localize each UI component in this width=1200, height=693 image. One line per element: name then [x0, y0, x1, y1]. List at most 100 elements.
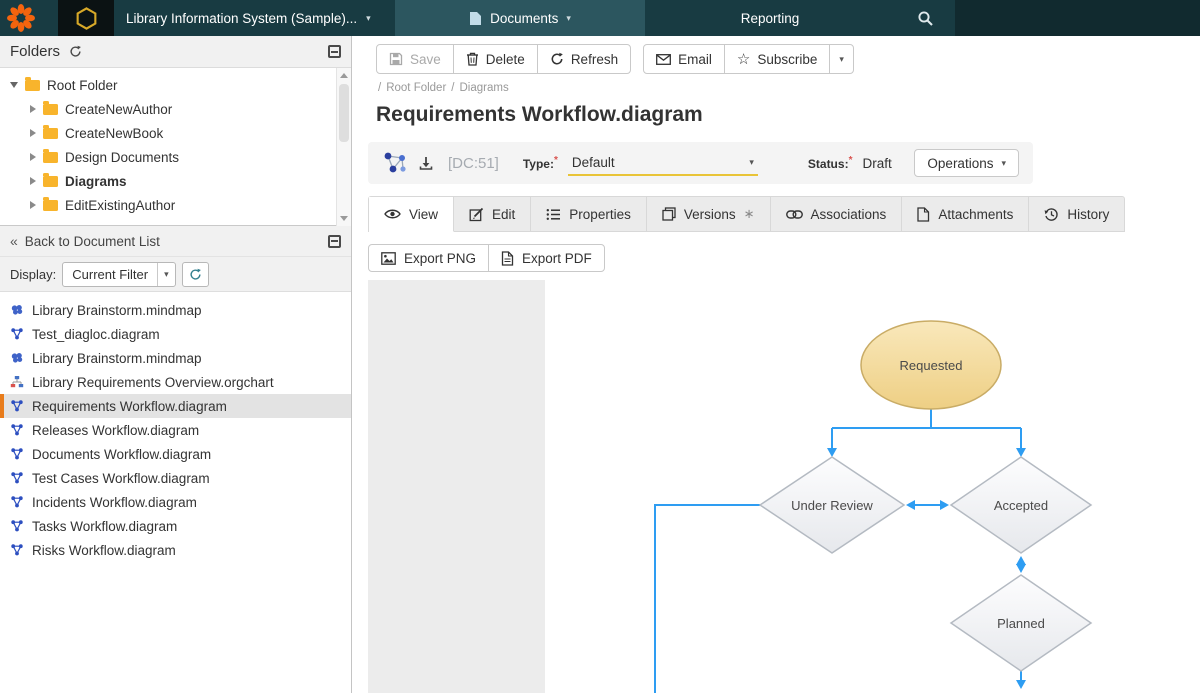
document-list-item[interactable]: Test Cases Workflow.diagram — [0, 466, 351, 490]
tree-item-label: Design Documents — [65, 150, 179, 165]
tree-scrollbar[interactable] — [336, 68, 351, 226]
collapse-folders-button[interactable] — [328, 45, 341, 58]
diagram-canvas[interactable]: Requested Under Review Accepted Planned — [545, 280, 1200, 693]
type-label: Type:* — [523, 155, 558, 171]
tab-label: Properties — [569, 207, 631, 222]
caret-down-icon: ▾ — [566, 13, 571, 24]
back-to-document-list[interactable]: « Back to Document List — [0, 226, 351, 257]
delete-button[interactable]: Delete — [453, 44, 538, 74]
layers-icon — [662, 207, 676, 221]
caret-down-icon: ▾ — [157, 263, 175, 286]
tab-view[interactable]: View — [369, 197, 454, 232]
operations-dropdown-button[interactable]: Operations ▾ — [914, 149, 1019, 177]
refresh-icon — [550, 52, 564, 66]
folder-tree: Root Folder CreateNewAuthor CreateNewBoo… — [0, 68, 351, 226]
image-icon — [381, 252, 396, 265]
breadcrumb-root-folder[interactable]: Root Folder — [386, 82, 446, 94]
nav-tab-documents[interactable]: Documents ▾ — [395, 0, 645, 36]
document-list-item[interactable]: Risks Workflow.diagram — [0, 538, 351, 562]
collapse-list-button[interactable] — [328, 235, 341, 248]
collapsed-caret-icon[interactable] — [30, 129, 36, 137]
folder-icon — [43, 128, 58, 139]
scrollbar-thumb[interactable] — [339, 84, 349, 142]
collapsed-caret-icon[interactable] — [30, 177, 36, 185]
filter-dropdown[interactable]: Current Filter ▾ — [62, 262, 175, 287]
document-list-item[interactable]: Test_diagloc.diagram — [0, 322, 351, 346]
export-pdf-button[interactable]: Export PDF — [488, 244, 605, 272]
collapsed-caret-icon[interactable] — [30, 153, 36, 161]
expanded-caret-icon[interactable] — [10, 82, 18, 88]
edit-icon — [469, 207, 484, 222]
tree-item-root-folder[interactable]: Root Folder — [0, 73, 351, 97]
diagram-icon — [10, 399, 24, 413]
toolbar-group-secondary: Email ☆ Subscribe ▾ — [643, 44, 854, 74]
document-info-bar: [DC:51] Type:* Default ▾ Status:* Draft … — [368, 142, 1033, 184]
tab-history[interactable]: History — [1029, 197, 1124, 232]
save-button[interactable]: Save — [376, 44, 454, 74]
refresh-filter-button[interactable] — [182, 262, 209, 287]
tree-item-diagrams[interactable]: Diagrams — [0, 169, 351, 193]
tree-item-createnewauthor[interactable]: CreateNewAuthor — [0, 97, 351, 121]
star-icon: ☆ — [737, 52, 750, 67]
required-marker: * — [554, 155, 558, 166]
double-chevron-left-icon: « — [10, 233, 18, 249]
document-name: Documents Workflow.diagram — [32, 447, 211, 462]
document-name: Incidents Workflow.diagram — [32, 495, 197, 510]
tree-item-design-documents[interactable]: Design Documents — [0, 145, 351, 169]
document-list-item[interactable]: Library Brainstorm.mindmap — [0, 298, 351, 322]
status-label-text: Status: — [808, 157, 849, 171]
collapsed-caret-icon[interactable] — [30, 201, 36, 209]
scroll-up-icon[interactable] — [340, 73, 348, 78]
back-link-label: Back to Document List — [25, 234, 160, 249]
tab-edit[interactable]: Edit — [454, 197, 531, 232]
shape-palette-panel[interactable] — [368, 280, 545, 693]
email-button[interactable]: Email — [643, 44, 725, 74]
subscribe-button[interactable]: ☆ Subscribe — [724, 44, 831, 74]
folder-icon — [25, 80, 40, 91]
eye-icon — [384, 208, 401, 220]
breadcrumb-diagrams[interactable]: Diagrams — [460, 82, 509, 94]
product-hexagon-logo[interactable] — [58, 0, 114, 36]
diagram-icon — [10, 495, 24, 509]
document-list: Library Brainstorm.mindmap Test_diagloc.… — [0, 298, 351, 693]
diagram-icon — [10, 519, 24, 533]
download-icon[interactable] — [418, 155, 434, 171]
diagram-icon — [10, 327, 24, 341]
collapsed-caret-icon[interactable] — [30, 105, 36, 113]
document-list-item[interactable]: Library Requirements Overview.orgchart — [0, 370, 351, 394]
export-png-button[interactable]: Export PNG — [368, 244, 489, 272]
folder-icon — [43, 176, 58, 187]
global-search-button[interactable] — [895, 0, 955, 36]
tree-item-editexistingauthor[interactable]: EditExistingAuthor — [0, 193, 351, 217]
document-toolbar: Save Delete Refresh — [376, 44, 854, 74]
document-list-item[interactable]: Library Brainstorm.mindmap — [0, 346, 351, 370]
scroll-down-icon[interactable] — [340, 216, 348, 221]
tree-item-createnewbook[interactable]: CreateNewBook — [0, 121, 351, 145]
search-icon — [917, 10, 934, 27]
display-filter-row: Display: Current Filter ▾ — [0, 257, 351, 292]
refresh-button[interactable]: Refresh — [537, 44, 631, 74]
display-label: Display: — [10, 267, 56, 282]
toolbar-more-dropdown[interactable]: ▾ — [829, 44, 854, 74]
required-marker: * — [849, 155, 853, 166]
tab-label: Edit — [492, 207, 515, 222]
inflectra-logo-icon[interactable] — [7, 4, 35, 32]
refresh-folders-icon[interactable] — [69, 45, 82, 58]
tab-properties[interactable]: Properties — [531, 197, 647, 232]
tab-versions[interactable]: Versions ∗ — [647, 197, 771, 232]
type-value: Default — [572, 155, 615, 170]
toolbar-group-primary: Save Delete Refresh — [376, 44, 631, 74]
document-list-item[interactable]: Incidents Workflow.diagram — [0, 490, 351, 514]
product-selector[interactable]: Library Information System (Sample)... ▾ — [126, 0, 371, 36]
caret-down-icon: ▾ — [839, 54, 844, 65]
document-list-item-selected[interactable]: Requirements Workflow.diagram — [0, 394, 351, 418]
hexagon-icon — [74, 6, 99, 31]
export-toolbar: Export PNG Export PDF — [368, 244, 605, 272]
document-list-item[interactable]: Releases Workflow.diagram — [0, 418, 351, 442]
nav-tab-reporting[interactable]: Reporting — [645, 0, 895, 36]
tab-associations[interactable]: Associations — [771, 197, 903, 232]
document-list-item[interactable]: Tasks Workflow.diagram — [0, 514, 351, 538]
type-dropdown[interactable]: Default ▾ — [568, 150, 758, 176]
document-list-item[interactable]: Documents Workflow.diagram — [0, 442, 351, 466]
tab-attachments[interactable]: Attachments — [902, 197, 1029, 232]
